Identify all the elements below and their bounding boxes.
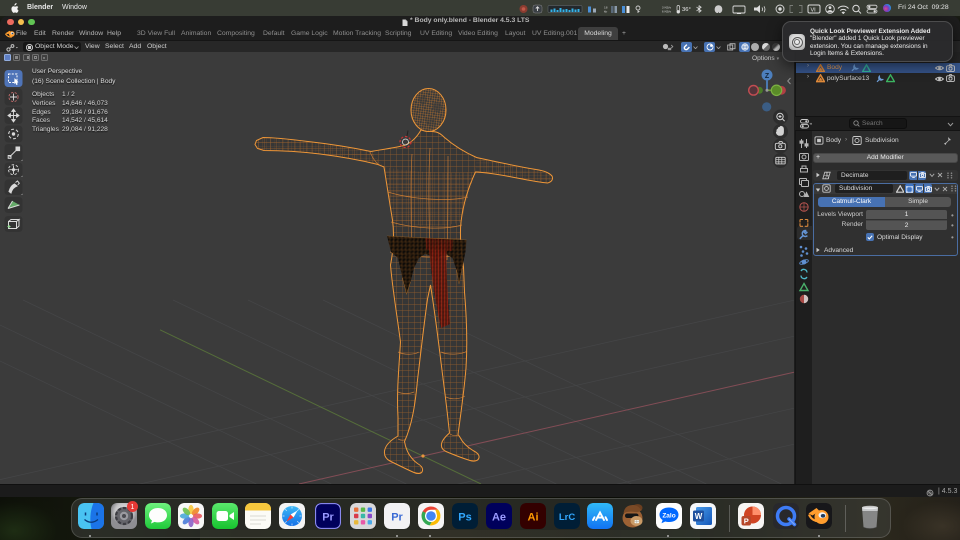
svg-text:LrC: LrC <box>558 512 575 523</box>
svg-text:kb: kb <box>604 9 608 13</box>
svg-text:6 KB/s: 6 KB/s <box>662 9 672 13</box>
svg-text:VI: VI <box>811 7 817 13</box>
svg-text:Z: Z <box>765 73 770 80</box>
svg-text:Pr: Pr <box>322 512 334 524</box>
svg-text:P: P <box>744 517 749 526</box>
svg-text:Ae: Ae <box>491 512 505 524</box>
svg-text:1: 1 <box>131 504 135 511</box>
svg-text:Ai: Ai <box>527 512 538 524</box>
svg-text:36°: 36° <box>682 7 691 13</box>
svg-text:W: W <box>694 512 702 521</box>
svg-text:Zalo: Zalo <box>662 513 675 520</box>
svg-text:Ps: Ps <box>458 512 471 524</box>
svg-text:Pr: Pr <box>391 512 403 524</box>
